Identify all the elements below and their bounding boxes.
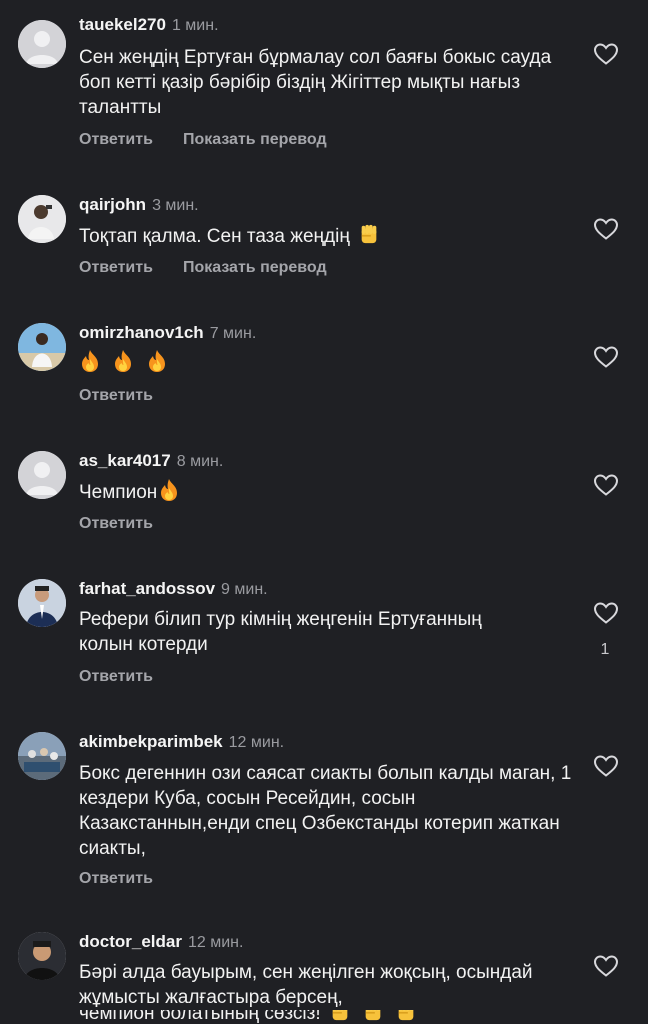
avatar[interactable] bbox=[18, 195, 66, 243]
raised-fist-emoji bbox=[395, 1010, 417, 1023]
username[interactable]: akimbekparimbek bbox=[79, 732, 223, 751]
comment-text: Бокс дегеннин ози саясат сиакты болып ка… bbox=[79, 763, 572, 859]
heart-icon[interactable] bbox=[593, 42, 619, 66]
comment-text: Сен жеңдің Ертуған бұрмалау сол баяғы бо… bbox=[79, 47, 552, 118]
reply-button[interactable]: Ответить bbox=[79, 668, 153, 685]
comment-text-clipped: чемпион болатының сөзсіз! bbox=[79, 1010, 579, 1024]
comment-text: Рефери білип тур кімнің жеңгенін Ертуған… bbox=[79, 609, 482, 655]
avatar[interactable] bbox=[18, 579, 66, 627]
heart-icon[interactable] bbox=[593, 754, 619, 778]
comment-text: Чемпион bbox=[79, 482, 158, 503]
fire-emoji bbox=[112, 349, 134, 373]
show-translation-button[interactable]: Показать перевод bbox=[183, 259, 327, 276]
username[interactable]: omirzhanov1ch bbox=[79, 323, 204, 342]
heart-icon[interactable] bbox=[593, 217, 619, 241]
timestamp: 12 мин. bbox=[187, 934, 244, 951]
timestamp: 7 мин. bbox=[209, 325, 257, 342]
timestamp: 3 мин. bbox=[152, 197, 199, 214]
username[interactable]: doctor_eldar bbox=[79, 932, 182, 951]
avatar[interactable] bbox=[18, 932, 66, 980]
comment-text bbox=[79, 349, 579, 376]
comment-text: Тоқтап қалма. Сен таза жеңдің bbox=[79, 226, 350, 247]
timestamp: 9 мин. bbox=[221, 581, 268, 598]
comment-text-clipped-line: чемпион болатының сөзсіз! bbox=[79, 1010, 321, 1024]
heart-icon[interactable] bbox=[593, 473, 619, 497]
heart-icon[interactable] bbox=[593, 601, 619, 625]
raised-fist-emoji bbox=[362, 1010, 384, 1023]
avatar[interactable] bbox=[18, 20, 66, 68]
fire-emoji bbox=[79, 349, 101, 373]
like-count: 1 bbox=[600, 641, 610, 658]
show-translation-button[interactable]: Показать перевод bbox=[183, 131, 327, 148]
timestamp: 1 мин. bbox=[171, 17, 219, 34]
avatar[interactable] bbox=[18, 732, 66, 780]
raised-fist-emoji bbox=[329, 1010, 351, 1023]
username[interactable]: qairjohn bbox=[79, 195, 146, 214]
comment-text: Бәрі алда бауырым, сен жеңілген жоқсың, … bbox=[79, 962, 533, 1008]
username[interactable]: farhat_andossov bbox=[79, 579, 215, 598]
reply-button[interactable]: Ответить bbox=[79, 387, 153, 404]
username[interactable]: tauekel270 bbox=[79, 15, 166, 34]
fire-emoji bbox=[158, 478, 180, 502]
timestamp: 12 мин. bbox=[228, 734, 285, 751]
avatar[interactable] bbox=[18, 323, 66, 371]
timestamp: 8 мин. bbox=[176, 453, 224, 470]
reply-button[interactable]: Ответить bbox=[79, 515, 153, 532]
fire-emoji bbox=[146, 349, 168, 373]
username[interactable]: as_kar4017 bbox=[79, 451, 171, 470]
avatar[interactable] bbox=[18, 451, 66, 499]
reply-button[interactable]: Ответить bbox=[79, 259, 153, 276]
reply-button[interactable]: Ответить bbox=[79, 131, 153, 148]
heart-icon[interactable] bbox=[593, 954, 619, 978]
raised-fist-emoji bbox=[358, 222, 380, 246]
heart-icon[interactable] bbox=[593, 345, 619, 369]
reply-button[interactable]: Ответить bbox=[79, 870, 153, 887]
